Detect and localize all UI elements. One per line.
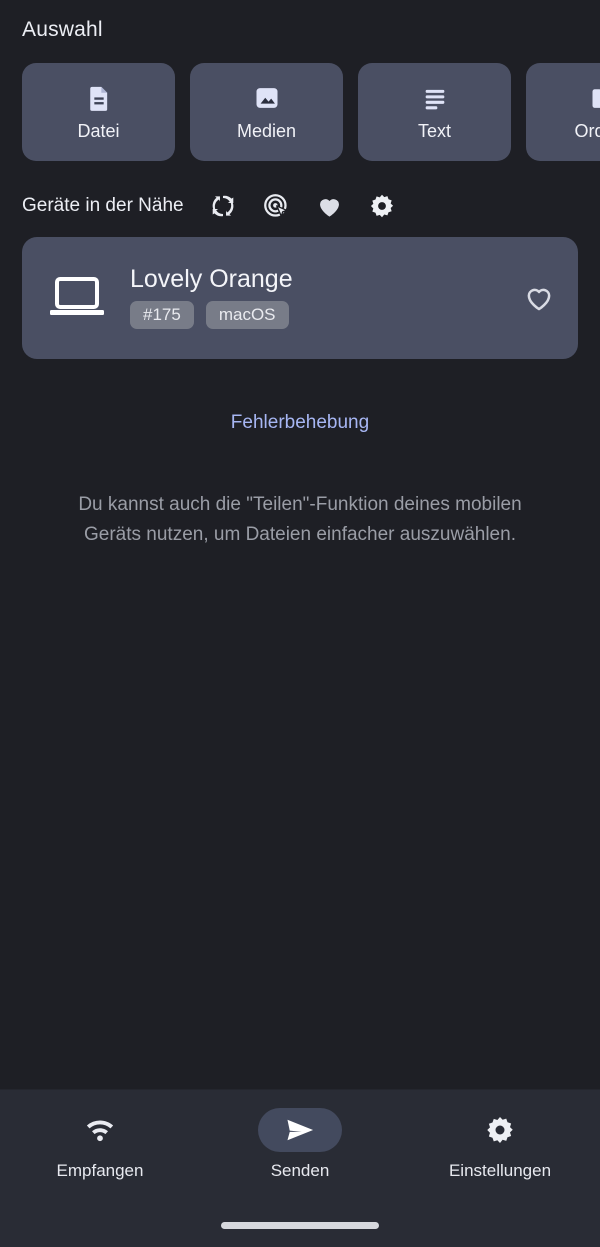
device-os-badge: macOS [205, 300, 289, 330]
nearby-header-actions [210, 193, 396, 220]
device-id-badge: #175 [130, 300, 194, 330]
device-info: Lovely Orange #175 macOS [130, 264, 522, 330]
settings-gear-icon [458, 1108, 542, 1152]
app-root: Auswahl Datei Medien Text Ord Geräte in … [0, 0, 600, 1247]
share-hint-text: Du kannst auch die "Teilen"-Funktion dei… [78, 494, 522, 545]
troubleshoot-link[interactable]: Fehlerbehebung [0, 412, 600, 434]
nearby-devices-title: Geräte in der Nähe [22, 195, 184, 216]
chip-medien[interactable]: Medien [190, 63, 343, 161]
chip-label: Text [417, 120, 451, 141]
device-favorite-toggle[interactable] [522, 281, 556, 315]
chip-label: Medien [236, 120, 297, 141]
device-name: Lovely Orange [130, 264, 293, 293]
nav-item-einstellungen[interactable]: Einstellungen [400, 1108, 600, 1181]
chip-label: Ordner [574, 120, 600, 141]
refresh-icon[interactable] [210, 193, 237, 220]
home-indicator [221, 1222, 379, 1229]
text-lines-icon [420, 83, 450, 113]
file-icon [84, 83, 114, 113]
settings-gear-icon[interactable] [369, 193, 396, 220]
laptop-icon [46, 273, 108, 323]
send-plane-icon [258, 1108, 342, 1152]
nav-item-senden[interactable]: Senden [200, 1108, 400, 1181]
chip-datei[interactable]: Datei [22, 63, 175, 161]
wifi-icon [58, 1108, 142, 1152]
chip-label: Datei [77, 120, 120, 141]
page-title: Auswahl [22, 18, 103, 41]
bottom-navigation: Empfangen Senden Einstellungen [0, 1089, 600, 1247]
favorites-heart-icon[interactable] [316, 193, 343, 220]
nav-label: Empfangen [56, 1161, 144, 1180]
nearby-devices-header: Geräte in der Nähe [22, 190, 396, 222]
scan-devices-icon[interactable] [263, 193, 290, 220]
device-badges: #175 macOS [130, 300, 522, 330]
chip-ordner[interactable]: Ordner [526, 63, 600, 161]
main-content: Auswahl Datei Medien Text Ord Geräte in … [0, 0, 600, 1089]
device-card[interactable]: Lovely Orange #175 macOS [22, 237, 578, 359]
nav-label: Einstellungen [448, 1161, 552, 1180]
folder-icon [588, 83, 600, 113]
chip-text[interactable]: Text [358, 63, 511, 161]
selection-chips-row[interactable]: Datei Medien Text Ord [0, 63, 600, 161]
image-icon [252, 83, 282, 113]
nav-label: Senden [270, 1161, 330, 1180]
nav-item-empfangen[interactable]: Empfangen [0, 1108, 200, 1181]
